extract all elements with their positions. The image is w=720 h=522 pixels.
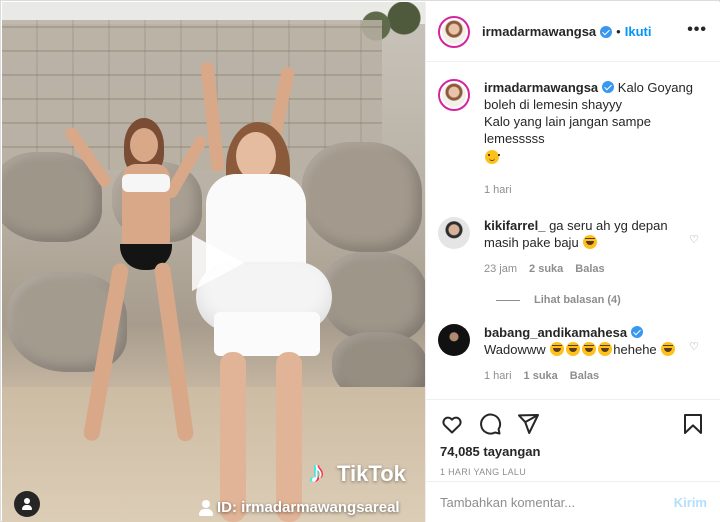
view-replies-button[interactable]: Lihat balasan (4)	[496, 294, 705, 306]
tiktok-logo-icon	[307, 456, 331, 490]
user-tag-icon	[21, 498, 33, 510]
header-separator: •	[616, 24, 621, 39]
post-comment-button[interactable]: Kirim	[674, 495, 707, 510]
tiktok-brand-text: TikTok	[337, 461, 406, 486]
caption-author-avatar[interactable]	[438, 79, 470, 111]
verified-badge-icon	[600, 25, 613, 38]
comment-username[interactable]: babang_andikamahesa	[484, 325, 627, 340]
commenter-avatar[interactable]	[438, 324, 470, 356]
comment-like-count[interactable]: 2 suka	[529, 261, 563, 278]
post-modal: TikTok ID: irmadarmawangsareal irmadarma…	[0, 0, 720, 522]
smiling-emoji	[485, 150, 500, 164]
comment-like-heart-icon[interactable]: ♡	[689, 340, 699, 353]
comment-item: babang_andikamahesa Wadowww hehehe 1 har…	[438, 324, 705, 385]
caption-body: irmadarmawangsa Kalo Goyang boleh di lem…	[484, 79, 702, 199]
post-actions: 74,085 tayangan 1 HARI YANG LALU	[426, 399, 720, 481]
post-video[interactable]: TikTok ID: irmadarmawangsareal	[2, 2, 425, 522]
verified-badge-icon	[602, 81, 615, 93]
follow-button[interactable]: Ikuti	[625, 24, 652, 39]
tagged-users-button[interactable]	[14, 491, 40, 517]
comment-text-suffix: hehehe	[613, 342, 657, 357]
comment-icon[interactable]	[478, 412, 502, 436]
post-header: irmadarmawangsa • Ikuti •••	[426, 2, 720, 62]
comment-like-heart-icon[interactable]: ♡	[689, 233, 699, 246]
tears-of-joy-emoji	[550, 342, 565, 356]
post-side-panel: irmadarmawangsa • Ikuti ••• irmadarmawan…	[425, 2, 720, 522]
caption-text-line2: Kalo yang lain jangan sampe lemesssss	[484, 114, 651, 146]
heart-icon[interactable]	[440, 412, 464, 436]
bookmark-icon[interactable]	[681, 412, 705, 436]
replies-divider	[496, 299, 520, 301]
comment-reply-button[interactable]: Balas	[570, 368, 599, 385]
tiktok-account-id: ID: irmadarmawangsareal	[199, 499, 400, 516]
video-dancer-right	[190, 61, 340, 522]
commenter-avatar[interactable]	[438, 217, 470, 249]
comments-list[interactable]: irmadarmawangsa Kalo Goyang boleh di lem…	[426, 63, 720, 399]
tiktok-id-text: ID: irmadarmawangsareal	[217, 499, 400, 516]
verified-badge-icon	[631, 326, 644, 338]
comment-item: kikifarrel_ ga seru ah yg depan masih pa…	[438, 217, 705, 278]
tiktok-watermark: TikTok	[307, 456, 406, 490]
tears-of-joy-emoji	[583, 235, 598, 249]
post-date[interactable]: 1 HARI YANG LALU	[440, 467, 705, 477]
comment-input[interactable]	[440, 494, 674, 510]
more-options-icon[interactable]: •••	[687, 21, 707, 39]
author-avatar[interactable]	[438, 15, 470, 48]
tears-of-joy-emoji	[582, 342, 597, 356]
comment-composer: Kirim	[426, 481, 720, 522]
comment-reply-button[interactable]: Balas	[575, 261, 604, 278]
comment-body: kikifarrel_ ga seru ah yg depan masih pa…	[484, 217, 702, 278]
view-replies-label[interactable]: Lihat balasan (4)	[534, 294, 621, 306]
caption-timestamp[interactable]: 1 hari	[484, 182, 512, 199]
comment-text: Wadowww	[484, 342, 546, 357]
play-icon[interactable]	[192, 235, 244, 291]
comment-body: babang_andikamahesa Wadowww hehehe 1 har…	[484, 324, 702, 385]
comment-like-count[interactable]: 1 suka	[524, 368, 558, 385]
comment-timestamp[interactable]: 1 hari	[484, 368, 512, 385]
tears-of-joy-emoji	[598, 342, 613, 356]
comment-timestamp[interactable]: 23 jam	[484, 261, 517, 278]
tears-of-joy-emoji	[661, 342, 676, 356]
action-icons	[440, 408, 705, 440]
user-icon	[199, 499, 213, 516]
share-icon[interactable]	[516, 412, 540, 436]
caption: irmadarmawangsa Kalo Goyang boleh di lem…	[438, 79, 705, 199]
view-count[interactable]: 74,085 tayangan	[440, 444, 705, 459]
caption-username[interactable]: irmadarmawangsa	[484, 80, 598, 95]
tears-of-joy-emoji	[566, 342, 581, 356]
comment-username[interactable]: kikifarrel_	[484, 218, 545, 233]
author-username[interactable]: irmadarmawangsa	[482, 24, 596, 39]
